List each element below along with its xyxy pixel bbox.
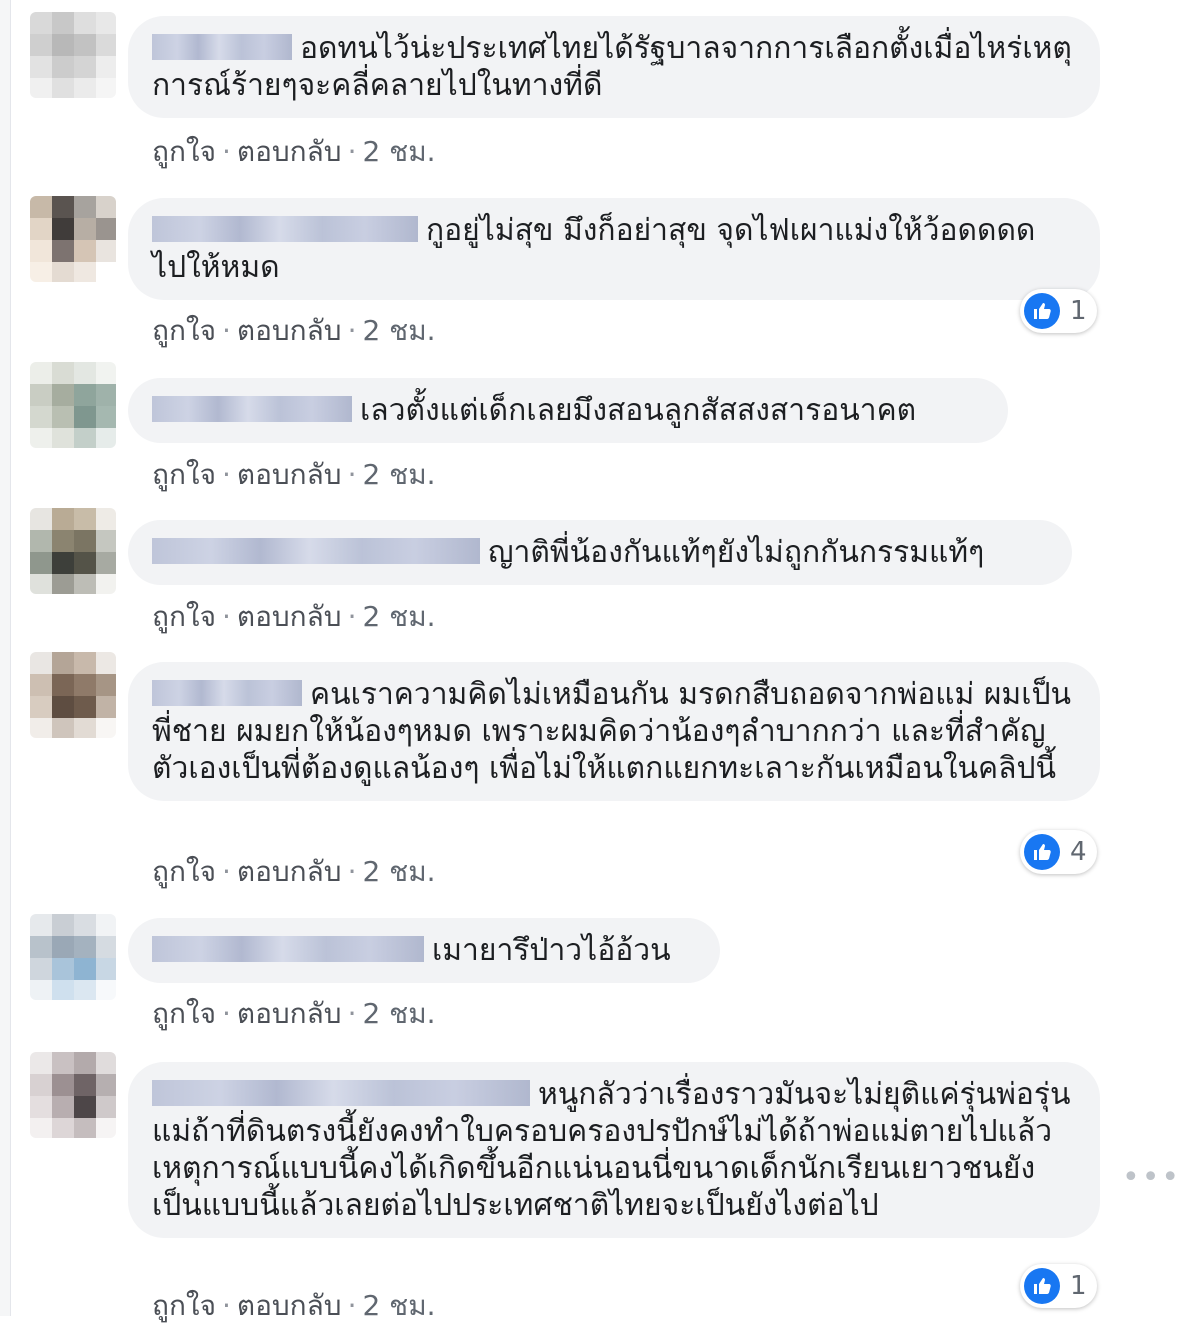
like-link[interactable]: ถูกใจ bbox=[152, 1289, 216, 1322]
left-border bbox=[0, 0, 11, 1316]
comment-actions: ถูกใจ · ตอบกลับ · 2 ชม. bbox=[152, 1289, 436, 1322]
like-link[interactable]: ถูกใจ bbox=[152, 600, 216, 633]
author-name-blurred[interactable] bbox=[152, 679, 302, 706]
author-name-blurred[interactable] bbox=[152, 395, 352, 422]
thumbs-up-icon bbox=[1024, 834, 1060, 870]
comment-text: เมายารึป่าวไอ้อ้วน bbox=[432, 933, 671, 968]
comment-bubble: เมายารึป่าวไอ้อ้วน bbox=[128, 918, 720, 983]
reaction-count-badge[interactable]: 1 bbox=[1020, 289, 1097, 333]
ellipsis-icon[interactable]: ••• bbox=[1122, 1160, 1181, 1195]
reaction-count: 4 bbox=[1070, 837, 1087, 867]
reply-link[interactable]: ตอบกลับ bbox=[237, 997, 342, 1030]
avatar[interactable] bbox=[30, 1052, 116, 1138]
comment-actions: ถูกใจ · ตอบกลับ · 2 ชม. bbox=[152, 855, 436, 888]
author-name-blurred[interactable] bbox=[152, 33, 292, 60]
comment-bubble: คนเราความคิดไม่เหมือนกัน มรดกสืบถอดจากพ่… bbox=[128, 662, 1100, 801]
author-name-blurred[interactable] bbox=[152, 1079, 530, 1106]
author-name-blurred[interactable] bbox=[152, 215, 418, 242]
avatar[interactable] bbox=[30, 12, 116, 98]
avatar[interactable] bbox=[30, 914, 116, 1000]
timestamp[interactable]: 2 ชม. bbox=[362, 458, 435, 491]
thumbs-up-icon bbox=[1024, 1268, 1060, 1304]
reaction-count: 1 bbox=[1070, 296, 1087, 326]
like-link[interactable]: ถูกใจ bbox=[152, 314, 216, 347]
timestamp[interactable]: 2 ชม. bbox=[362, 600, 435, 633]
comment-actions: ถูกใจ · ตอบกลับ · 2 ชม. bbox=[152, 135, 436, 168]
comment-actions: ถูกใจ · ตอบกลับ · 2 ชม. bbox=[152, 997, 436, 1030]
avatar[interactable] bbox=[30, 508, 116, 594]
timestamp[interactable]: 2 ชม. bbox=[362, 314, 435, 347]
comment-text: เลวตั้งแต่เด็กเลยมึงสอนลูกสัสสงสารอนาคต bbox=[360, 393, 917, 428]
comment-actions: ถูกใจ · ตอบกลับ · 2 ชม. bbox=[152, 458, 436, 491]
thumbs-up-icon bbox=[1024, 293, 1060, 329]
reaction-count-badge[interactable]: 1 bbox=[1020, 1264, 1097, 1308]
author-name-blurred[interactable] bbox=[152, 935, 424, 962]
reply-link[interactable]: ตอบกลับ bbox=[237, 1289, 342, 1322]
reply-link[interactable]: ตอบกลับ bbox=[237, 855, 342, 888]
reaction-count-badge[interactable]: 4 bbox=[1020, 830, 1097, 874]
author-name-blurred[interactable] bbox=[152, 537, 480, 564]
comment-bubble: เลวตั้งแต่เด็กเลยมึงสอนลูกสัสสงสารอนาคต bbox=[128, 378, 1008, 443]
comment-actions: ถูกใจ · ตอบกลับ · 2 ชม. bbox=[152, 314, 436, 347]
avatar[interactable] bbox=[30, 362, 116, 448]
comment-bubble: หนูกลัวว่าเรื่องราวมันจะไม่ยุติแค่รุ่นพ่… bbox=[128, 1062, 1100, 1238]
reply-link[interactable]: ตอบกลับ bbox=[237, 600, 342, 633]
like-link[interactable]: ถูกใจ bbox=[152, 458, 216, 491]
comment-bubble: กูอยู่ไม่สุข มึงก็อย่าสุข จุดไฟเผาแม่งให… bbox=[128, 198, 1100, 300]
timestamp[interactable]: 2 ชม. bbox=[362, 135, 435, 168]
timestamp[interactable]: 2 ชม. bbox=[362, 855, 435, 888]
like-link[interactable]: ถูกใจ bbox=[152, 997, 216, 1030]
timestamp[interactable]: 2 ชม. bbox=[362, 1289, 435, 1322]
comment-actions: ถูกใจ · ตอบกลับ · 2 ชม. bbox=[152, 600, 436, 633]
comment-bubble: ญาติพี่น้องกันแท้ๆยังไม่ถูกกันกรรมแท้ๆ bbox=[128, 520, 1072, 585]
comment-text: ญาติพี่น้องกันแท้ๆยังไม่ถูกกันกรรมแท้ๆ bbox=[488, 535, 985, 570]
avatar[interactable] bbox=[30, 196, 116, 282]
like-link[interactable]: ถูกใจ bbox=[152, 135, 216, 168]
reply-link[interactable]: ตอบกลับ bbox=[237, 135, 342, 168]
reply-link[interactable]: ตอบกลับ bbox=[237, 314, 342, 347]
comment-bubble: อดทนไว้น่ะประเทศไทยได้รัฐบาลจากการเลือกต… bbox=[128, 16, 1100, 118]
timestamp[interactable]: 2 ชม. bbox=[362, 997, 435, 1030]
reaction-count: 1 bbox=[1070, 1271, 1087, 1301]
reply-link[interactable]: ตอบกลับ bbox=[237, 458, 342, 491]
like-link[interactable]: ถูกใจ bbox=[152, 855, 216, 888]
avatar[interactable] bbox=[30, 652, 116, 738]
